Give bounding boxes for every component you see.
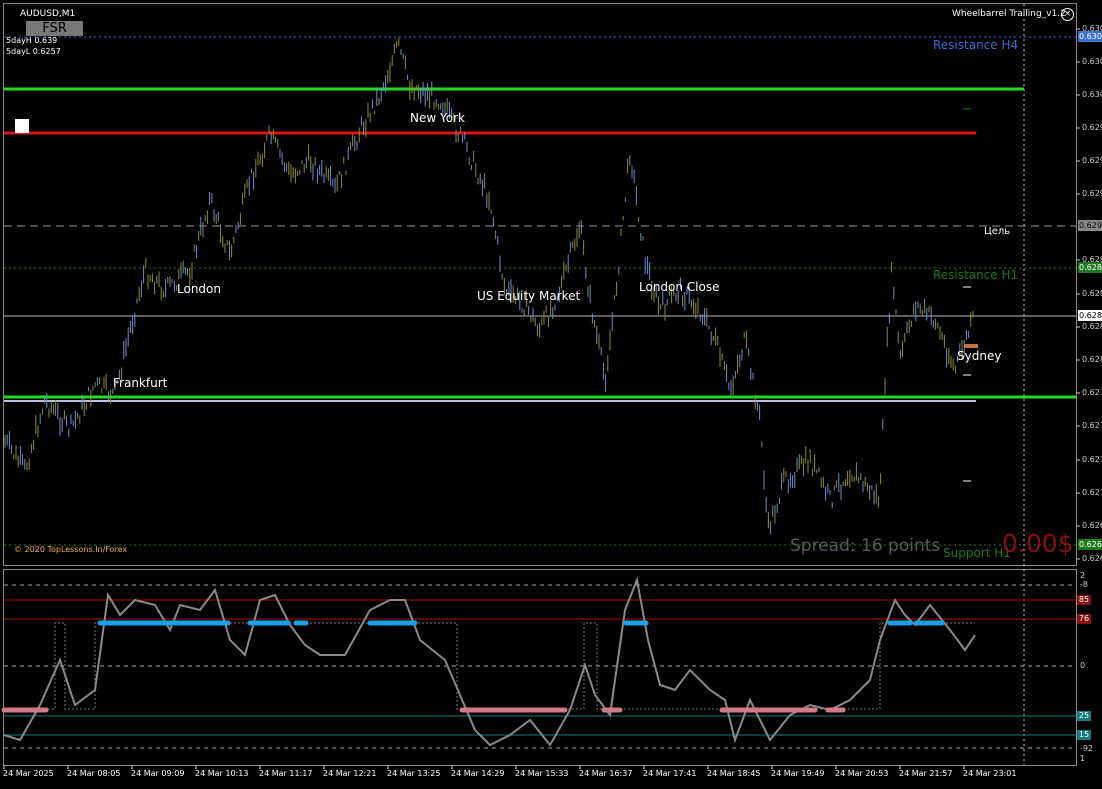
time-label: 24 Mar 15:33 (515, 769, 569, 778)
price-label: 0.629 (1082, 123, 1102, 132)
session-london: London (177, 282, 221, 296)
support-h1-price-tag: 0.626 (1078, 539, 1102, 550)
position-marker (964, 344, 978, 348)
checkbox[interactable] (15, 119, 29, 133)
close-icon[interactable]: × (1061, 8, 1074, 21)
price-label: 0.630 (1082, 57, 1102, 66)
price-label: 0.627 (1082, 455, 1102, 464)
target-price-tag: 0.629 (1078, 220, 1102, 231)
oscillator-line (3, 576, 976, 747)
fsr-button[interactable]: FSR (26, 21, 83, 36)
session-frankfurt: Frankfurt (113, 376, 168, 390)
price-label: 0.626 (1082, 554, 1102, 563)
ind-level-tag: 76 (1077, 614, 1091, 624)
time-label: 24 Mar 11:17 (259, 769, 313, 778)
time-label: 24 Mar 12:21 (323, 769, 377, 778)
price-label: 0.629 (1082, 189, 1102, 198)
session-london-close: London Close (639, 280, 720, 294)
price-label: 0.626 (1082, 521, 1102, 530)
ind-scale-label: -8 (1080, 580, 1088, 589)
price-label: 0.627 (1082, 388, 1102, 397)
time-label: 24 Mar 13:25 (387, 769, 441, 778)
time-label: 24 Mar 21:57 (899, 769, 953, 778)
five-day-high: 5dayH 0.639 (6, 36, 58, 45)
time-label: 24 Mar 19:49 (771, 769, 825, 778)
ind-level-tag: 15 (1077, 730, 1091, 740)
price-label: 0.628 (1082, 289, 1102, 298)
copyright-text: © 2020 TopLessons.In/Forex (14, 545, 128, 554)
resistance-h1-price-tag: 0.628 (1078, 262, 1102, 273)
ind-scale-label: -92 (1080, 744, 1094, 753)
ind-scale-label: 1 (1080, 754, 1086, 763)
price-label: 0.630 (1082, 90, 1102, 99)
symbol-label: AUDUSD,M1 (20, 9, 76, 19)
price-label: 0.628 (1082, 355, 1102, 364)
price-label: 0.627 (1082, 421, 1102, 430)
five-day-low: 5dayL 0.6257 (6, 47, 61, 56)
ind-scale-label: 2 (1080, 571, 1086, 580)
indicator-frame (3, 569, 1077, 766)
price-label: 0.629 (1082, 156, 1102, 165)
bid-price-tag: 0.628 (1078, 310, 1102, 321)
ind-scale-label: 0 (1080, 661, 1086, 670)
session-us-equity: US Equity Market (477, 289, 581, 303)
time-label: 24 Mar 18:45 (707, 769, 761, 778)
time-label: 24 Mar 2025 (3, 769, 54, 778)
oscillator-marks (1, 620, 945, 713)
spread-text: Spread: 16 points (790, 536, 941, 556)
time-label: 24 Mar 10:13 (195, 769, 249, 778)
time-label: 24 Mar 16:37 (579, 769, 633, 778)
price-label: 0.628 (1082, 322, 1102, 331)
resistance-h4-label: Resistance H4 (933, 38, 1019, 52)
support-h1-label: Support H1 (943, 546, 1011, 560)
price-label: 0.627 (1082, 488, 1102, 497)
chart-canvas[interactable] (0, 0, 1102, 789)
time-label: 24 Mar 09:09 (131, 769, 185, 778)
session-sydney: Sydney (957, 349, 1002, 363)
time-label: 24 Mar 17:41 (643, 769, 697, 778)
price-candles (4, 37, 974, 535)
time-label: 24 Mar 23:01 (963, 769, 1017, 778)
profit-text: 0.00$ (1002, 529, 1074, 558)
ind-level-tag: 25 (1077, 711, 1091, 721)
time-label: 24 Mar 08:05 (67, 769, 121, 778)
resistance-h4-price-tag: 0.630 (1078, 31, 1102, 42)
ea-title: Wheelbarrel Trailing_v1.2 (952, 9, 1066, 19)
time-label: 24 Mar 20:53 (835, 769, 889, 778)
resistance-h1-label: Resistance H1 (933, 268, 1019, 282)
session-new-york: New York (410, 111, 465, 125)
ind-level-tag: 85 (1077, 595, 1091, 605)
target-label: Цель (984, 226, 1011, 237)
time-label: 24 Mar 14:29 (451, 769, 505, 778)
